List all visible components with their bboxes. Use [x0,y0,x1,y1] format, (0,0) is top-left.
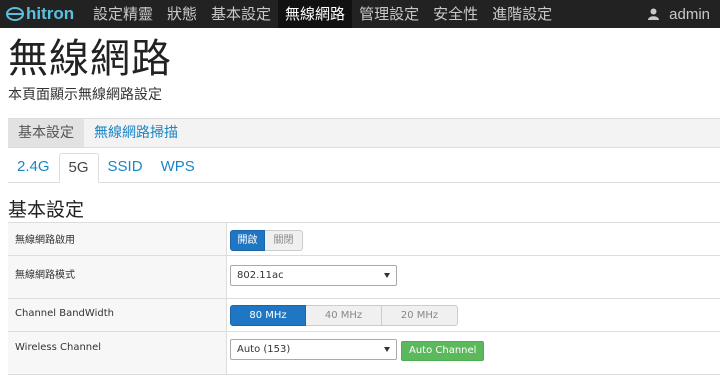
username: admin [669,5,710,23]
chevron-down-icon [384,347,390,352]
wireless-on-button[interactable]: 開啟 [230,230,265,251]
user-icon [648,8,660,20]
bandwidth-20-button[interactable]: 20 MHz [382,305,458,326]
tab-5g[interactable]: 5G [58,153,99,183]
chevron-down-icon [384,273,390,278]
auto-channel-button[interactable]: Auto Channel [401,341,485,361]
page-title: 無線網路 [8,36,172,82]
wireless-mode-label: 無線網路模式 [8,256,227,298]
user-menu[interactable]: admin [648,0,720,28]
page-description: 本頁面顯示無線網路設定 [8,87,162,103]
hitron-logo-icon [6,7,24,21]
nav-admin[interactable]: 管理設定 [352,0,426,28]
nav-status[interactable]: 狀態 [160,0,204,28]
brand-logo[interactable]: hitron [0,0,86,28]
wireless-off-button[interactable]: 關閉 [265,230,303,251]
settings-table: 無線網路啟用 開啟 關閉 無線網路模式 802.11ac Channel Ban… [8,222,720,375]
nav-setup-wizard[interactable]: 設定精靈 [86,0,160,28]
nav-basic-settings[interactable]: 基本設定 [204,0,278,28]
band-tabs: 2.4G 5G SSID WPS [8,153,720,183]
channel-bandwidth-label: Channel BandWidth [8,299,227,331]
wireless-mode-select[interactable]: 802.11ac [230,265,397,286]
section-title: 基本設定 [8,199,85,221]
sub-tabs: 基本設定 無線網路掃描 [8,118,720,148]
nav-wireless[interactable]: 無線網路 [278,0,353,28]
table-row: 無線網路模式 802.11ac [8,256,720,299]
bandwidth-button-group: 80 MHz 40 MHz 20 MHz [230,305,458,326]
tab-2-4g[interactable]: 2.4G [8,153,59,183]
brand-name: hitron [26,4,75,23]
table-row: 無線網路啟用 開啟 關閉 [8,223,720,256]
wireless-enable-toggle: 開啟 關閉 [230,230,303,251]
nav-advanced[interactable]: 進階設定 [485,0,559,28]
tab-basic-settings[interactable]: 基本設定 [8,119,84,147]
tab-wireless-scan[interactable]: 無線網路掃描 [84,119,188,147]
wireless-channel-value: Auto (153) [237,344,291,355]
table-row: Channel BandWidth 80 MHz 40 MHz 20 MHz [8,299,720,332]
wireless-channel-label: Wireless Channel [8,332,227,374]
tab-ssid[interactable]: SSID [99,153,152,183]
wireless-enable-label: 無線網路啟用 [8,223,227,255]
nav-security[interactable]: 安全性 [426,0,485,28]
top-navbar: hitron 設定精靈 狀態 基本設定 無線網路 管理設定 安全性 進階設定 a… [0,0,720,28]
bandwidth-80-button[interactable]: 80 MHz [230,305,306,326]
tab-wps[interactable]: WPS [152,153,204,183]
wireless-mode-value: 802.11ac [237,270,284,281]
wireless-channel-select[interactable]: Auto (153) [230,339,397,360]
table-row: Wireless Channel Auto (153) Auto Channel [8,332,720,375]
bandwidth-40-button[interactable]: 40 MHz [306,305,382,326]
